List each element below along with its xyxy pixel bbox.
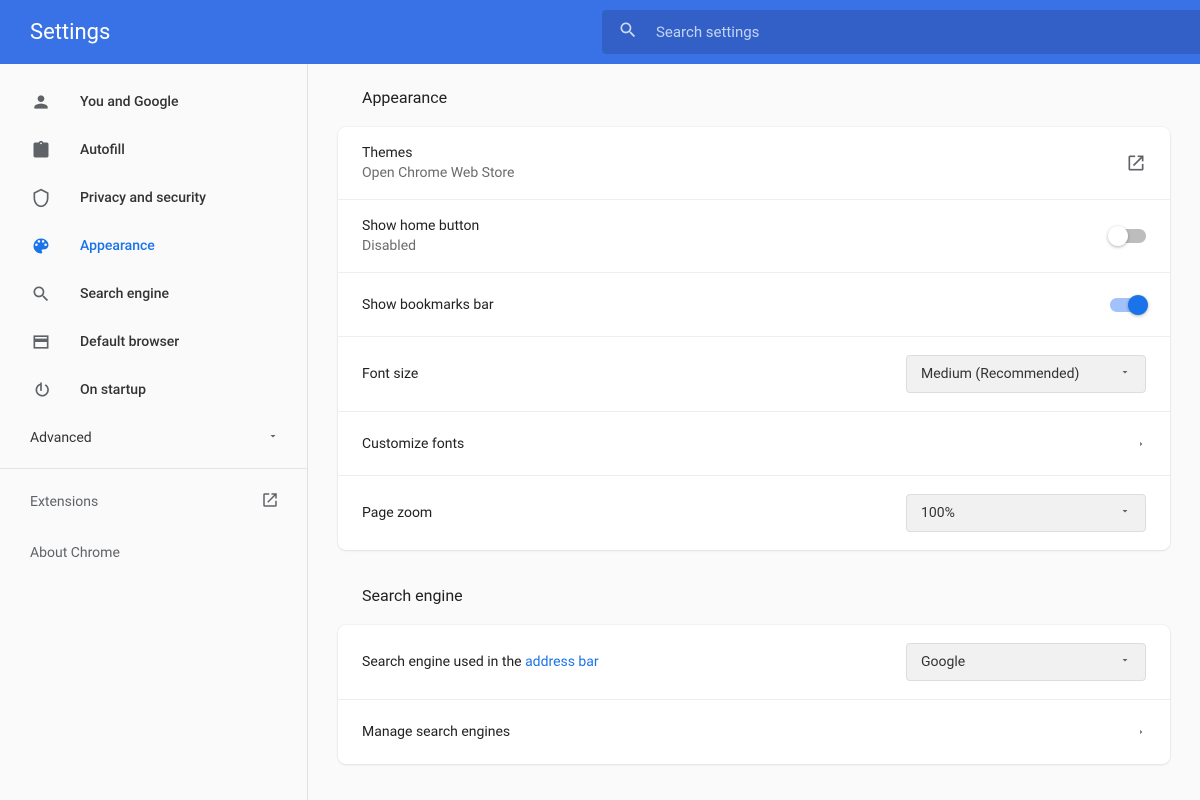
open-external-icon (1126, 153, 1146, 173)
sidebar-about-label: About Chrome (30, 545, 120, 561)
page-zoom-select[interactable]: 100% (906, 494, 1146, 532)
row-subtitle: Open Chrome Web Store (362, 165, 514, 181)
appearance-card: Themes Open Chrome Web Store Show home b… (338, 127, 1170, 550)
select-value: 100% (921, 505, 955, 521)
section-heading-search-engine: Search engine (338, 586, 1170, 605)
row-title-prefix: Search engine used in the (362, 654, 525, 670)
sidebar-advanced-label: Advanced (30, 430, 92, 446)
shield-icon (30, 188, 52, 208)
clipboard-icon (30, 140, 52, 160)
search-field-wrap[interactable] (602, 10, 1200, 54)
select-value: Google (921, 654, 965, 670)
palette-icon (30, 236, 52, 256)
sidebar-item-default-browser[interactable]: Default browser (0, 318, 307, 366)
window-icon (30, 332, 52, 352)
row-title: Font size (362, 366, 418, 382)
sidebar-divider (0, 468, 307, 469)
section-heading-appearance: Appearance (338, 88, 1170, 107)
row-home-button: Show home button Disabled (338, 200, 1170, 273)
app-header: Settings (0, 0, 1200, 64)
sidebar-item-appearance[interactable]: Appearance (0, 222, 307, 270)
sidebar-item-label: Autofill (80, 142, 125, 158)
search-engine-card: Search engine used in the address bar Go… (338, 625, 1170, 764)
row-title: Show bookmarks bar (362, 297, 494, 313)
search-icon (30, 284, 52, 304)
search-engine-select[interactable]: Google (906, 643, 1146, 681)
row-search-engine-used: Search engine used in the address bar Go… (338, 625, 1170, 700)
power-icon (30, 380, 52, 400)
sidebar-item-label: Search engine (80, 286, 169, 302)
sidebar-extensions-label: Extensions (30, 494, 98, 510)
chevron-right-icon (1136, 439, 1146, 449)
sidebar-item-privacy[interactable]: Privacy and security (0, 174, 307, 222)
person-icon (30, 92, 52, 112)
bookmarks-bar-toggle[interactable] (1110, 298, 1146, 312)
sidebar-item-label: Appearance (80, 238, 155, 254)
row-manage-search-engines[interactable]: Manage search engines (338, 700, 1170, 764)
row-customize-fonts[interactable]: Customize fonts (338, 412, 1170, 476)
row-title: Manage search engines (362, 724, 510, 740)
row-title: Customize fonts (362, 436, 464, 452)
sidebar-about[interactable]: About Chrome (0, 529, 307, 577)
row-title: Search engine used in the address bar (362, 654, 599, 670)
chevron-down-icon (267, 430, 279, 446)
row-themes[interactable]: Themes Open Chrome Web Store (338, 127, 1170, 200)
main-content: Appearance Themes Open Chrome Web Store … (308, 64, 1200, 800)
row-title: Page zoom (362, 505, 432, 521)
select-value: Medium (Recommended) (921, 366, 1079, 382)
app-title: Settings (30, 20, 342, 45)
sidebar-advanced-toggle[interactable]: Advanced (0, 414, 307, 462)
chevron-down-icon (1119, 654, 1131, 670)
row-font-size: Font size Medium (Recommended) (338, 337, 1170, 412)
sidebar-extensions[interactable]: Extensions (0, 475, 307, 529)
sidebar-item-label: You and Google (80, 94, 178, 110)
row-bookmarks-bar: Show bookmarks bar (338, 273, 1170, 337)
chevron-down-icon (1119, 366, 1131, 382)
address-bar-link[interactable]: address bar (525, 654, 599, 670)
sidebar-item-label: On startup (80, 382, 146, 398)
sidebar-item-label: Privacy and security (80, 190, 206, 206)
font-size-select[interactable]: Medium (Recommended) (906, 355, 1146, 393)
sidebar-item-autofill[interactable]: Autofill (0, 126, 307, 174)
home-button-toggle[interactable] (1110, 229, 1146, 243)
row-subtitle: Disabled (362, 238, 479, 254)
sidebar-item-on-startup[interactable]: On startup (0, 366, 307, 414)
chevron-right-icon (1136, 727, 1146, 737)
sidebar-item-label: Default browser (80, 334, 179, 350)
search-icon (618, 20, 638, 44)
open-external-icon (261, 491, 279, 513)
search-input[interactable] (656, 23, 1200, 41)
row-title: Themes (362, 145, 514, 161)
row-page-zoom: Page zoom 100% (338, 476, 1170, 550)
sidebar: You and Google Autofill Privacy and secu… (0, 64, 308, 800)
chevron-down-icon (1119, 505, 1131, 521)
sidebar-item-search-engine[interactable]: Search engine (0, 270, 307, 318)
sidebar-item-you-and-google[interactable]: You and Google (0, 78, 307, 126)
row-title: Show home button (362, 218, 479, 234)
